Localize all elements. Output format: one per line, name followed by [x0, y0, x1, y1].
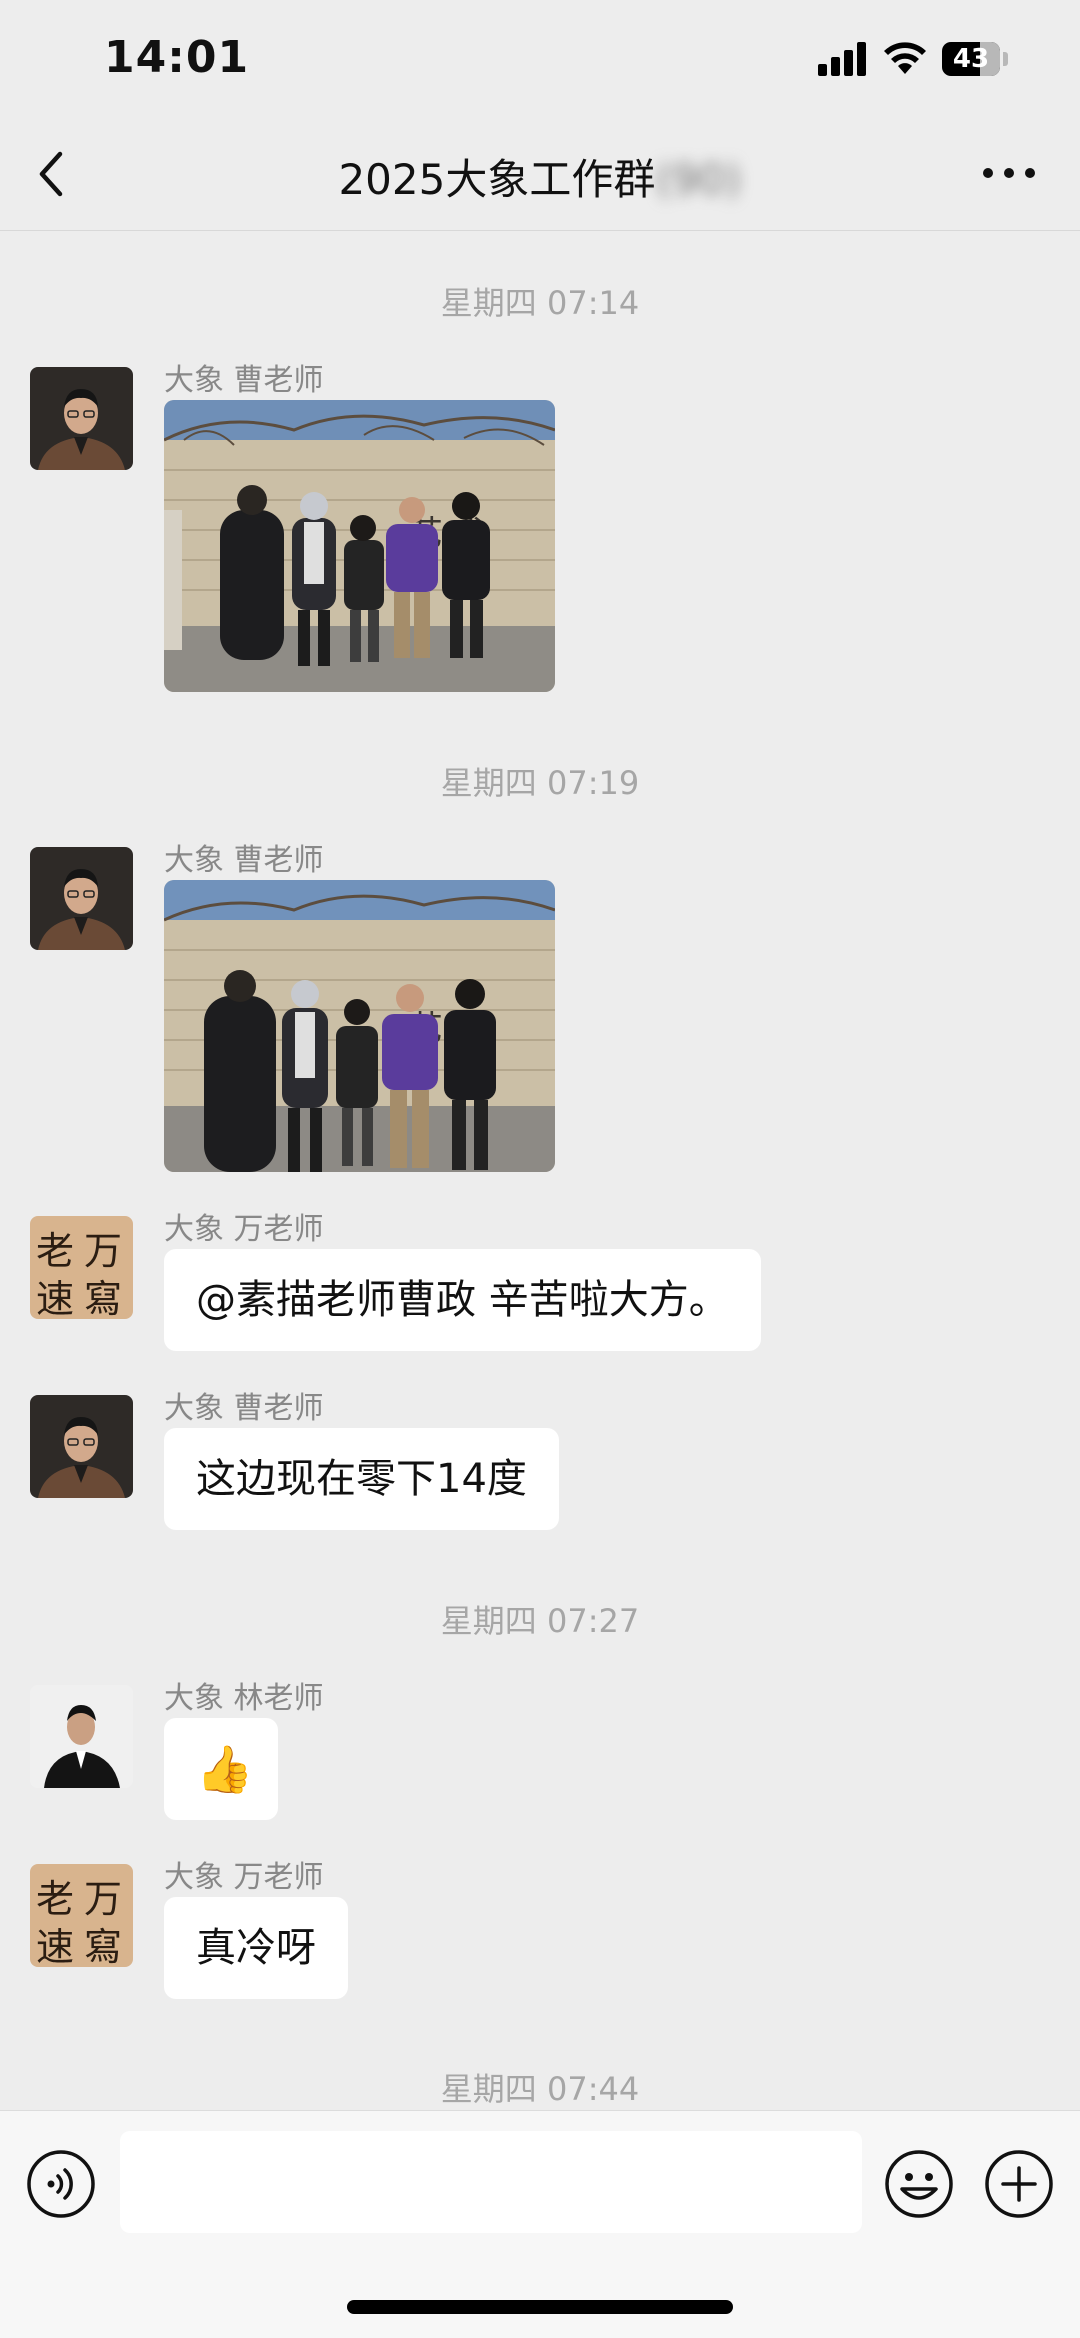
- thumbs-up-icon: 👍: [196, 1742, 254, 1796]
- wifi-icon: [884, 42, 926, 74]
- avatar-calligraphy: 老: [36, 1877, 75, 1921]
- sender-name: 大象 曹老师: [164, 1391, 324, 1426]
- message-input[interactable]: [120, 2131, 862, 2233]
- avatar-wan[interactable]: 老 万 速 寫: [30, 1216, 133, 1319]
- message-bubble[interactable]: 真冷呀: [164, 1897, 348, 1999]
- avatar-calligraphy: 速: [36, 1277, 75, 1319]
- emoji-message-bubble[interactable]: 👍: [164, 1718, 278, 1820]
- time-divider: 星期四 07:27: [440, 1602, 640, 1640]
- group-photo-image[interactable]: 艺 术: [164, 880, 555, 1172]
- avatar-cao[interactable]: [30, 367, 133, 470]
- status-bar: 14:01 43: [0, 0, 1080, 120]
- time-divider: 星期四 07:19: [440, 764, 640, 802]
- more-functions-button[interactable]: [984, 2149, 1054, 2219]
- avatar-cao[interactable]: [30, 1395, 133, 1498]
- more-options-icon[interactable]: [980, 158, 1038, 188]
- member-count-obscured: (90): [655, 155, 742, 204]
- avatar-calligraphy: 寫: [84, 1277, 123, 1319]
- sender-name: 大象 万老师: [164, 1860, 324, 1895]
- sender-name: 大象 曹老师: [164, 363, 324, 398]
- status-time: 14:01: [104, 32, 250, 83]
- avatar-calligraphy: 万: [84, 1877, 123, 1921]
- chat-header: 2025大象工作群(90): [0, 120, 1080, 231]
- chat-title-text: 2025大象工作群: [338, 155, 656, 204]
- avatar-calligraphy: 万: [84, 1229, 123, 1273]
- avatar-wan[interactable]: 老 万 速 寫: [30, 1864, 133, 1967]
- time-divider: 星期四 07:44: [440, 2070, 640, 2108]
- voice-input-button[interactable]: [26, 2149, 96, 2219]
- avatar-cao[interactable]: [30, 847, 133, 950]
- sender-name: 大象 万老师: [164, 1212, 324, 1247]
- avatar-calligraphy: 速: [36, 1925, 75, 1967]
- sender-name: 大象 曹老师: [164, 843, 324, 878]
- time-divider: 星期四 07:14: [440, 284, 640, 322]
- avatar-lin[interactable]: [30, 1685, 133, 1788]
- home-indicator[interactable]: [347, 2300, 733, 2314]
- message-bubble[interactable]: @素描老师曹政 辛苦啦大方。: [164, 1249, 761, 1351]
- group-photo-image[interactable]: 艺 术: [164, 400, 555, 692]
- emoji-button[interactable]: [884, 2149, 954, 2219]
- battery-icon: 43: [942, 42, 1000, 76]
- message-bubble[interactable]: 这边现在零下14度: [164, 1428, 559, 1530]
- battery-level: 43: [952, 44, 990, 74]
- cellular-signal-icon: [818, 42, 870, 76]
- chat-title: 2025大象工作群(90): [0, 146, 1080, 207]
- avatar-calligraphy: 寫: [84, 1925, 123, 1967]
- sender-name: 大象 林老师: [164, 1681, 324, 1716]
- avatar-calligraphy: 老: [36, 1229, 75, 1273]
